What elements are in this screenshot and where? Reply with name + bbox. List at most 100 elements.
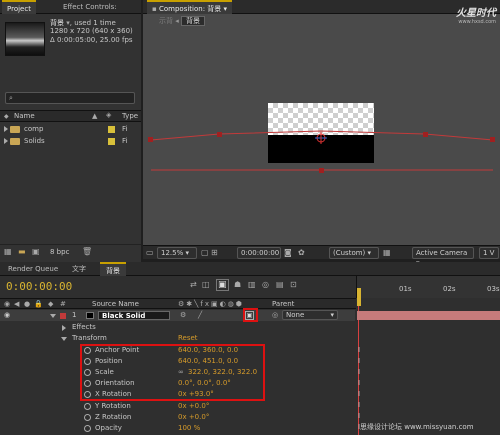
keyframe-marker[interactable]: I — [358, 357, 360, 365]
effects-expand-icon[interactable] — [62, 325, 66, 331]
layer-row-black-solid[interactable]: ◉ 1 Black Solid ⚙ ╱ ▣ ◎ None ▾ — [0, 310, 355, 321]
layer-name[interactable]: Black Solid — [98, 311, 170, 320]
footage-dimensions: 1280 x 720 (640 x 360) — [50, 27, 133, 35]
audio-toggle-icon: ◀ — [14, 300, 20, 308]
composition-tab-label: Composition: 背景 — [158, 5, 222, 13]
current-time-indicator[interactable] — [357, 288, 361, 306]
keyframe-marker[interactable]: I — [358, 412, 360, 420]
motion-blur-icon[interactable]: ◎ — [262, 280, 269, 289]
grid-icon[interactable]: ⊞ — [211, 248, 218, 257]
trash-icon[interactable]: 🗑 — [82, 247, 92, 256]
project-item-type: Fi — [122, 137, 128, 145]
stopwatch-icon[interactable] — [84, 414, 91, 421]
property-value[interactable]: 100 % — [178, 423, 200, 434]
tab-project[interactable]: Project — [2, 0, 36, 14]
tab-composition[interactable]: ▪ Composition: 背景 ▾ — [147, 0, 233, 14]
frame-blend-icon[interactable]: ▥ — [248, 280, 256, 289]
label-color-swatch[interactable] — [108, 126, 115, 133]
ruler-mark-02s: 02s — [443, 285, 456, 293]
project-panel: 背景 ▾, used 1 time 1280 x 720 (640 x 360)… — [0, 14, 141, 264]
current-time-display[interactable]: 0:00:00:00 — [6, 280, 72, 293]
column-name[interactable]: Name — [14, 112, 35, 120]
tab-effect-controls[interactable]: Effect Controls: — [58, 0, 122, 14]
keyframe-marker[interactable]: I — [358, 368, 360, 376]
visibility-icon[interactable]: ◉ — [4, 310, 10, 321]
parent-value: None — [286, 311, 305, 319]
project-item-solids[interactable]: Solids Fi — [0, 136, 141, 147]
interpret-footage-icon[interactable]: ▦ — [4, 247, 12, 256]
project-item-type: Fi — [122, 125, 128, 133]
property-row-z-rotation[interactable]: Z Rotation 0x +0.0° — [0, 412, 355, 423]
stopwatch-icon[interactable] — [84, 425, 91, 432]
project-list-header: ◆ Name ▲ ◈ Type — [0, 110, 141, 122]
brainstorm-icon[interactable]: ⊡ — [290, 280, 297, 289]
timecode-display[interactable]: 0:00:00:00 — [237, 247, 281, 259]
stopwatch-icon[interactable] — [84, 403, 91, 410]
new-folder-icon[interactable]: ▬ — [18, 247, 26, 256]
tab-text-comp[interactable]: 文字 — [66, 262, 92, 276]
expand-icon[interactable] — [4, 126, 8, 132]
chevron-down-icon[interactable]: ▾ — [221, 5, 228, 13]
layer-column-header: ◉ ◀ ● 🔒 ◆ # Source Name ⚙✱╲fx▣◐◍⬢ Parent — [0, 298, 356, 309]
resolution-select[interactable]: (Custom) ▾ — [329, 247, 379, 259]
solo-icon: ● — [24, 300, 31, 308]
column-type[interactable]: Type — [122, 112, 138, 120]
footage-info: Δ 0:00:05:00, 25.00 fps — [50, 36, 133, 44]
draft-3d-icon[interactable]: ◫ — [202, 280, 210, 289]
transform-group-row[interactable]: Transform Reset — [0, 333, 355, 344]
layer-duration-bar[interactable] — [357, 311, 500, 320]
snapshot-icon[interactable]: ◙ — [284, 248, 292, 257]
keyframe-marker[interactable]: I — [358, 401, 360, 409]
comp-flowchart-icon[interactable]: ▣ — [216, 279, 229, 291]
quality-switch-icon[interactable]: ╱ — [198, 310, 202, 321]
keyframe-markers: I I I I I I I I — [357, 322, 367, 434]
graph-editor-icon[interactable]: ▤ — [276, 280, 284, 289]
property-name: Opacity — [95, 424, 122, 432]
new-comp-icon[interactable]: ▣ — [32, 247, 40, 256]
pickwhip-icon[interactable]: ◎ — [272, 310, 278, 321]
footage-thumbnail — [5, 22, 45, 56]
layer-expand-icon[interactable] — [50, 314, 56, 318]
property-value[interactable]: 0x +0.0° — [178, 401, 209, 412]
label-color-swatch[interactable] — [60, 313, 66, 319]
region-icon[interactable]: ▦ — [383, 248, 391, 257]
property-row-y-rotation[interactable]: Y Rotation 0x +0.0° — [0, 401, 355, 412]
label-color-swatch[interactable] — [108, 138, 115, 145]
bpc-button[interactable]: 8 bpc — [50, 248, 69, 256]
transform-expand-icon[interactable] — [61, 337, 67, 341]
folder-icon — [10, 138, 20, 145]
composition-viewer[interactable]: 示背 ◂ 背景 火星时代 www.hxsd.com — [143, 8, 500, 245]
footage-name: 背景 — [50, 19, 64, 27]
layer-solid-swatch — [86, 312, 94, 319]
camera-select[interactable]: Active Camera ▾ — [412, 247, 474, 267]
zoom-value: 12.5% — [161, 249, 184, 257]
keyframe-marker[interactable]: I — [358, 390, 360, 398]
always-preview-icon[interactable]: ▭ — [146, 248, 154, 257]
layer-bounding-lines[interactable] — [143, 14, 500, 245]
expand-icon[interactable] — [4, 138, 8, 144]
tab-render-queue[interactable]: Render Queue — [2, 262, 64, 276]
effects-group-row[interactable]: Effects — [0, 322, 355, 333]
tab-background-comp[interactable]: 背景 — [100, 262, 126, 276]
keyframe-marker[interactable]: I — [358, 346, 360, 354]
property-row-opacity[interactable]: Opacity 100 % — [0, 423, 355, 434]
column-parent[interactable]: Parent — [272, 300, 294, 308]
zoom-select[interactable]: 12.5% ▾ — [157, 247, 197, 259]
parent-select[interactable]: None ▾ — [282, 310, 338, 320]
layer-handle — [423, 132, 428, 137]
keyframe-marker[interactable]: I — [358, 379, 360, 387]
views-select[interactable]: 1 V — [479, 247, 499, 259]
shy-icon[interactable]: ☗ — [234, 280, 241, 289]
live-update-icon[interactable]: ⇄ — [190, 280, 197, 289]
transform-reset-link[interactable]: Reset — [178, 333, 198, 344]
property-name: Z Rotation — [95, 413, 132, 421]
time-ruler[interactable]: 01s 02s 03s — [356, 276, 500, 298]
column-source-name[interactable]: Source Name — [92, 300, 139, 308]
safe-margins-icon[interactable]: ▢ — [201, 248, 209, 257]
channel-icon[interactable]: ✿ — [298, 248, 305, 257]
highlight-box-3d-switch — [243, 308, 258, 322]
property-value[interactable]: 0x +0.0° — [178, 412, 209, 423]
project-item-comp[interactable]: comp Fi — [0, 124, 141, 135]
collapse-switch-icon[interactable]: ⚙ — [180, 310, 186, 321]
project-search-input[interactable]: ⌕ — [5, 92, 135, 104]
